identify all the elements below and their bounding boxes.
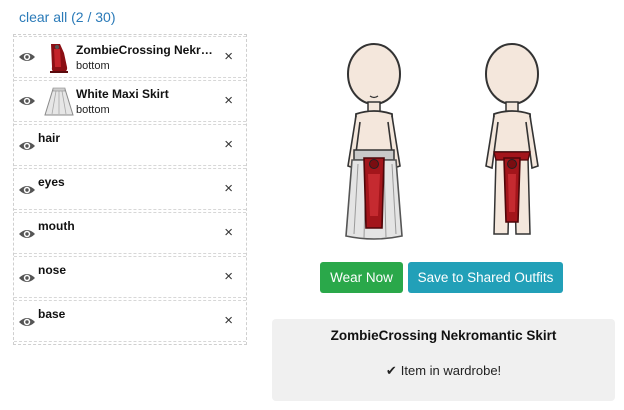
eye-icon[interactable]	[18, 315, 36, 329]
outfit-slot-nose: nose ×	[14, 256, 246, 298]
slot-label: mouth	[38, 219, 75, 233]
clear-slot-button[interactable]: ×	[224, 225, 233, 240]
outfit-slot-base: base ×	[14, 300, 246, 342]
check-icon: ✔	[385, 363, 397, 378]
nekromantic-skirt-thumbnail	[50, 44, 68, 73]
wear-now-button[interactable]: Wear Now	[320, 262, 403, 293]
clear-slot-button[interactable]: ×	[224, 181, 233, 196]
outfit-slot-item: White Maxi Skirt bottom ×	[14, 80, 246, 122]
avatar-preview-front	[345, 43, 403, 240]
eye-icon[interactable]	[18, 271, 36, 285]
remove-item-button[interactable]: ×	[224, 93, 233, 108]
eye-icon[interactable]	[18, 139, 36, 153]
item-info-panel: ZombieCrossing Nekromantic Skirt ✔ Item i…	[272, 319, 615, 401]
outfit-slot-list: ZombieCrossing Nekro... bottom × White M…	[13, 34, 247, 345]
outfit-slot-hair: hair ×	[14, 124, 246, 166]
slot-item-title: White Maxi Skirt	[76, 87, 169, 101]
eye-icon[interactable]	[18, 183, 36, 197]
remove-item-button[interactable]: ×	[224, 49, 233, 64]
clear-slot-button[interactable]: ×	[224, 269, 233, 284]
slot-item-title: ZombieCrossing Nekro...	[76, 43, 216, 57]
clear-all-link[interactable]: clear all (2 / 30)	[19, 9, 115, 25]
avatar-preview-back	[485, 43, 539, 235]
outfit-slot-item: ZombieCrossing Nekro... bottom ×	[14, 36, 246, 78]
eye-icon[interactable]	[18, 50, 36, 64]
wardrobe-status: ✔ Item in wardrobe!	[272, 363, 615, 379]
clear-slot-button[interactable]: ×	[224, 313, 233, 328]
slot-label: nose	[38, 263, 67, 277]
slot-label: hair	[38, 131, 61, 145]
save-to-shared-outfits-button[interactable]: Save to Shared Outfits	[408, 262, 563, 293]
slot-label: eyes	[38, 175, 65, 189]
slot-label: base	[38, 307, 66, 321]
clear-slot-button[interactable]: ×	[224, 137, 233, 152]
eye-icon[interactable]	[18, 227, 36, 241]
slot-item-category: bottom	[76, 60, 110, 72]
white-maxi-skirt-thumbnail	[44, 87, 74, 116]
eye-icon[interactable]	[18, 94, 36, 108]
outfit-slot-eyes: eyes ×	[14, 168, 246, 210]
outfit-slot-mouth: mouth ×	[14, 212, 246, 254]
wardrobe-status-text: Item in wardrobe!	[400, 363, 502, 378]
item-name: ZombieCrossing Nekromantic Skirt	[330, 328, 557, 343]
slot-item-category: bottom	[76, 104, 110, 116]
